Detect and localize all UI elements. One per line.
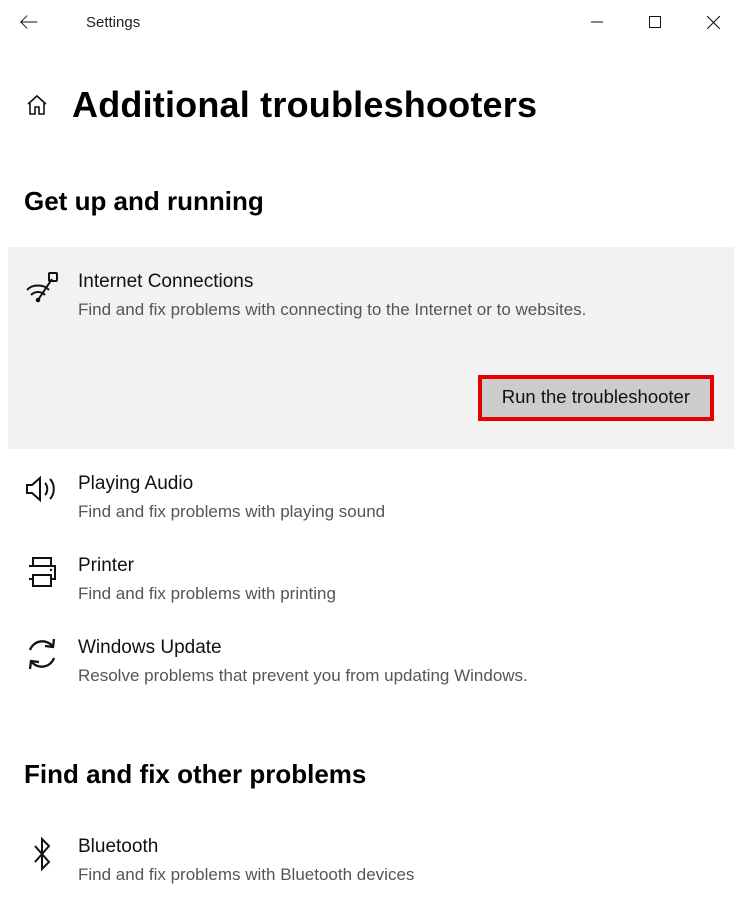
troubleshooter-desc: Find and fix problems with Bluetooth dev… <box>78 860 714 888</box>
close-icon <box>707 16 720 29</box>
troubleshooter-text: Playing Audio Find and fix problems with… <box>78 471 714 525</box>
minimize-icon <box>591 16 603 28</box>
printer-icon <box>24 553 60 607</box>
page-title: Additional troubleshooters <box>72 84 537 126</box>
page-header: Additional troubleshooters <box>0 44 742 126</box>
troubleshooter-printer[interactable]: Printer Find and fix problems with print… <box>0 539 742 621</box>
close-button[interactable] <box>684 0 742 44</box>
internet-icon <box>24 269 60 323</box>
troubleshooter-bluetooth[interactable]: Bluetooth Find and fix problems with Blu… <box>0 820 742 902</box>
troubleshooter-title: Windows Update <box>78 635 714 661</box>
troubleshooter-text: Windows Update Resolve problems that pre… <box>78 635 714 689</box>
troubleshooter-title: Bluetooth <box>78 834 714 860</box>
troubleshooter-title: Printer <box>78 553 714 579</box>
back-button[interactable] <box>18 11 58 33</box>
troubleshooter-internet-connections[interactable]: Internet Connections Find and fix proble… <box>8 247 734 449</box>
troubleshooter-title: Playing Audio <box>78 471 714 497</box>
maximize-button[interactable] <box>626 0 684 44</box>
arrow-left-icon <box>18 11 40 33</box>
maximize-icon <box>649 16 661 28</box>
audio-icon <box>24 471 60 525</box>
window-title: Settings <box>58 14 140 31</box>
troubleshooter-title: Internet Connections <box>78 269 714 295</box>
troubleshooter-desc: Find and fix problems with connecting to… <box>78 295 714 323</box>
titlebar: Settings <box>0 0 742 44</box>
window-controls <box>568 0 742 44</box>
troubleshooter-desc: Find and fix problems with playing sound <box>78 497 714 525</box>
troubleshooter-text: Internet Connections Find and fix proble… <box>78 269 714 323</box>
section-heading-find-fix-other: Find and fix other problems <box>0 703 742 820</box>
action-row: Run the troubleshooter <box>24 341 714 421</box>
minimize-button[interactable] <box>568 0 626 44</box>
home-icon <box>25 93 49 117</box>
bluetooth-icon <box>24 834 60 888</box>
troubleshooter-windows-update[interactable]: Windows Update Resolve problems that pre… <box>0 621 742 703</box>
home-button[interactable] <box>24 93 50 117</box>
update-icon <box>24 635 60 689</box>
run-troubleshooter-button[interactable]: Run the troubleshooter <box>478 375 714 421</box>
troubleshooter-text: Bluetooth Find and fix problems with Blu… <box>78 834 714 888</box>
troubleshooter-desc: Resolve problems that prevent you from u… <box>78 661 714 689</box>
troubleshooter-text: Printer Find and fix problems with print… <box>78 553 714 607</box>
section-heading-get-up-running: Get up and running <box>0 126 742 247</box>
troubleshooter-playing-audio[interactable]: Playing Audio Find and fix problems with… <box>0 449 742 539</box>
troubleshooter-desc: Find and fix problems with printing <box>78 579 714 607</box>
